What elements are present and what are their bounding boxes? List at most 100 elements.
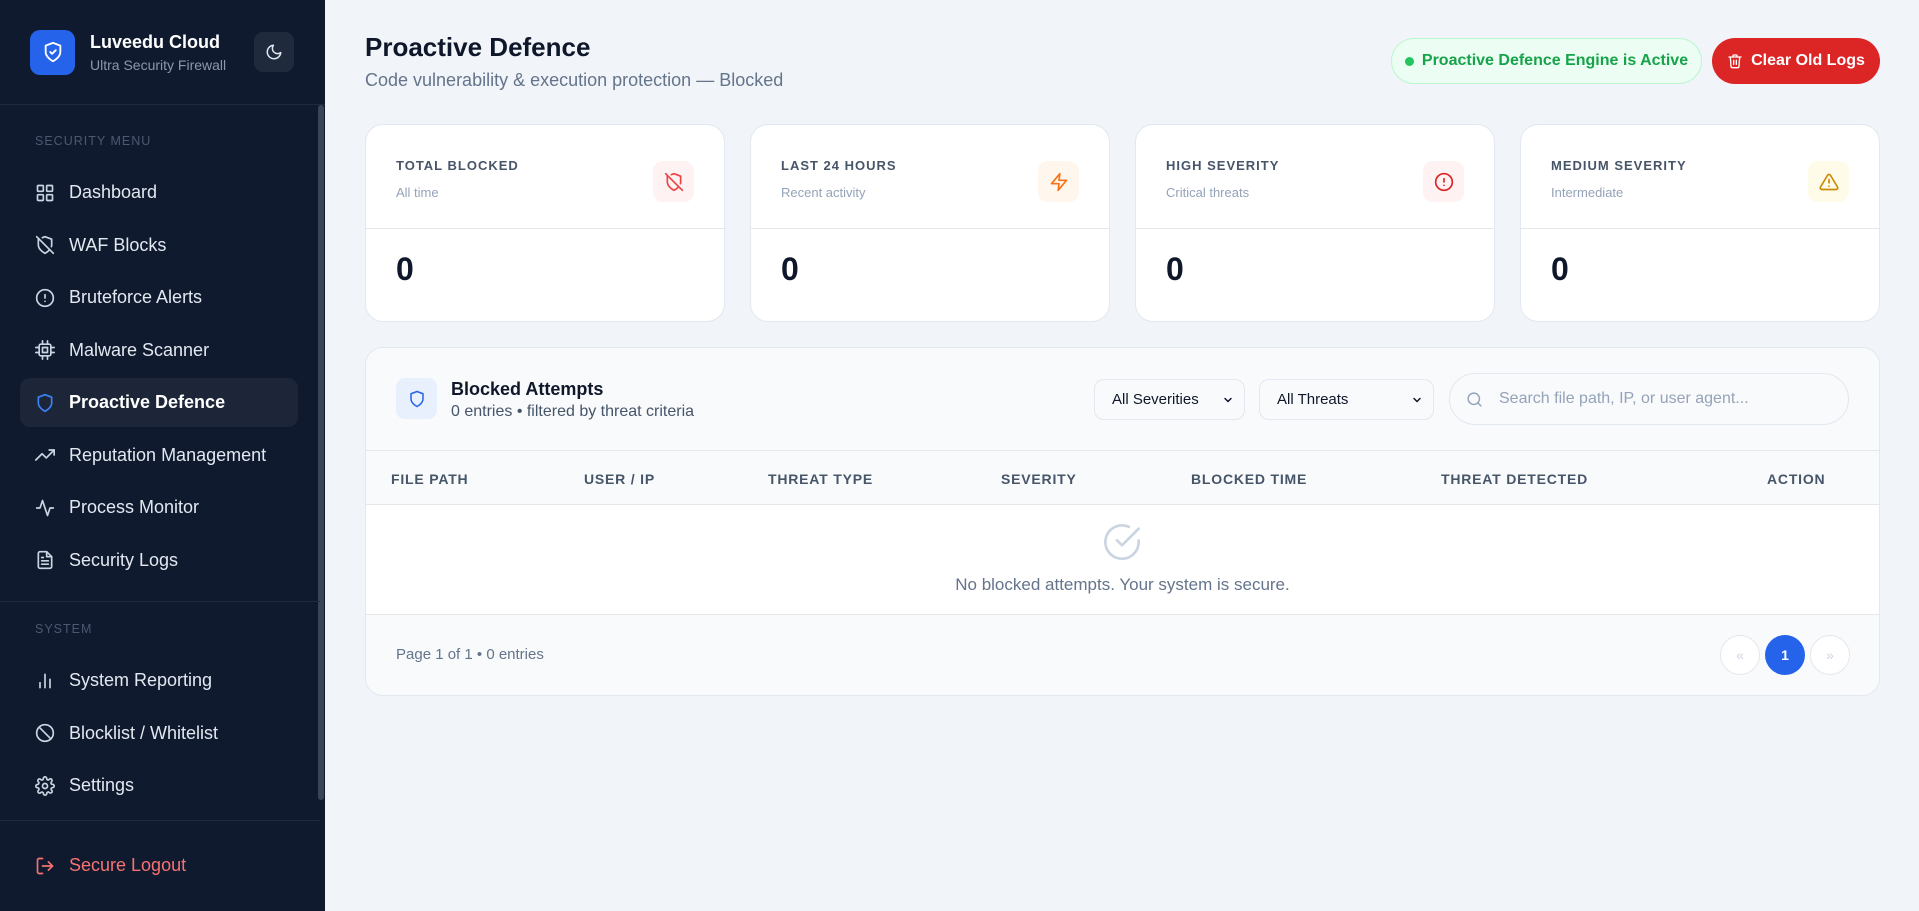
zap-icon: [1038, 161, 1079, 202]
stat-card-medium-severity: MEDIUM SEVERITY Intermediate 0: [1520, 124, 1880, 322]
stat-value: 0: [781, 251, 799, 287]
stat-value: 0: [1551, 251, 1569, 287]
stat-label: LAST 24 HOURS: [781, 158, 897, 173]
logout-button[interactable]: Secure Logout: [20, 841, 298, 890]
stat-card-high-severity: HIGH SEVERITY Critical threats 0: [1135, 124, 1495, 322]
empty-state: No blocked attempts. Your system is secu…: [366, 505, 1879, 615]
severity-filter-value: All Severities: [1112, 391, 1199, 408]
sidebar-scrollbar[interactable]: [318, 105, 324, 800]
panel-title: Blocked Attempts: [451, 379, 604, 399]
section-label-system: SYSTEM: [35, 622, 93, 636]
system-menu: System Reporting Blocklist / Whitelist S…: [20, 656, 298, 814]
sidebar-item-security-logs[interactable]: Security Logs: [20, 536, 298, 585]
sidebar: Luveedu Cloud Ultra Security Firewall SE…: [0, 0, 325, 911]
sidebar-item-bruteforce-alerts[interactable]: Bruteforce Alerts: [20, 273, 298, 322]
sidebar-item-dashboard[interactable]: Dashboard: [20, 168, 298, 217]
alert-triangle-icon: [1808, 161, 1849, 202]
panel-header: Blocked Attempts 0 entries • filtered by…: [366, 348, 1879, 450]
page-title: Proactive Defence: [365, 32, 591, 62]
sidebar-item-label: Reputation Management: [69, 444, 267, 465]
chevron-down-icon: [1224, 397, 1232, 403]
column-header-severity[interactable]: SEVERITY: [1001, 471, 1077, 487]
sidebar-item-label: Security Logs: [69, 549, 179, 570]
column-header-threat-detected[interactable]: THREAT DETECTED: [1441, 471, 1588, 487]
sidebar-item-proactive-defence[interactable]: Proactive Defence: [20, 378, 298, 427]
alert-circle-icon: [35, 288, 55, 307]
cpu-icon: [35, 340, 55, 360]
sidebar-item-label: Settings: [69, 775, 135, 795]
pagination-prev-button[interactable]: «: [1720, 635, 1760, 675]
clear-old-logs-label: Clear Old Logs: [1751, 52, 1865, 69]
stat-desc: Intermediate: [1551, 185, 1624, 200]
moon-icon: [266, 44, 282, 60]
sidebar-item-label: System Reporting: [69, 670, 213, 690]
clear-old-logs-button[interactable]: Clear Old Logs: [1712, 38, 1880, 84]
sidebar-item-process-monitor[interactable]: Process Monitor: [20, 483, 298, 532]
alert-circle-icon: [1423, 161, 1464, 202]
threat-filter-select[interactable]: All Threats: [1259, 379, 1434, 420]
sidebar-item-malware-scanner[interactable]: Malware Scanner: [20, 326, 298, 375]
sidebar-item-system-reporting[interactable]: System Reporting: [20, 656, 298, 705]
ban-icon: [35, 723, 55, 743]
sidebar-item-reputation-management[interactable]: Reputation Management: [20, 431, 298, 480]
gear-icon: [35, 775, 55, 796]
theme-toggle-button[interactable]: [254, 32, 294, 72]
stat-value: 0: [396, 251, 414, 287]
severity-filter-select[interactable]: All Severities: [1094, 379, 1245, 420]
column-header-file-path[interactable]: FILE PATH: [391, 471, 468, 487]
grid-icon: [36, 184, 54, 201]
stat-label: HIGH SEVERITY: [1166, 158, 1280, 173]
logout-label: Secure Logout: [69, 855, 187, 875]
stat-desc: Critical threats: [1166, 185, 1250, 200]
security-menu: Dashboard WAF Blocks Bruteforce Alerts M…: [20, 168, 298, 588]
pagination-page-1[interactable]: 1: [1765, 635, 1805, 675]
stat-label: TOTAL BLOCKED: [396, 158, 519, 173]
search-icon: [1467, 391, 1482, 407]
brand-name: Luveedu Cloud: [90, 31, 220, 52]
column-header-threat-type[interactable]: THREAT TYPE: [768, 471, 873, 487]
sidebar-item-label: Dashboard: [69, 182, 158, 202]
page-subtitle: Code vulnerability & execution protectio…: [365, 70, 784, 90]
status-dot-icon: [1404, 56, 1414, 66]
empty-state-message: No blocked attempts. Your system is secu…: [955, 575, 1290, 594]
pagination-info: Page 1 of 1 • 0 entries: [396, 646, 544, 663]
shield-icon: [37, 393, 53, 412]
search-box: [1449, 373, 1849, 425]
sidebar-item-label: Process Monitor: [69, 497, 200, 517]
search-input[interactable]: [1499, 390, 1829, 408]
stat-card-last-24-hours: LAST 24 HOURS Recent activity 0: [750, 124, 1110, 322]
sidebar-item-waf-blocks[interactable]: WAF Blocks: [20, 221, 298, 270]
sidebar-item-label: Malware Scanner: [69, 339, 210, 360]
stat-card-total-blocked: TOTAL BLOCKED All time 0: [365, 124, 725, 322]
shield-icon: [396, 378, 437, 419]
sidebar-item-label: Proactive Defence: [69, 392, 226, 412]
trending-up-icon: [35, 449, 55, 461]
sidebar-item-label: Bruteforce Alerts: [69, 287, 203, 307]
logout-icon: [36, 857, 54, 874]
column-header-blocked-time[interactable]: BLOCKED TIME: [1191, 471, 1307, 487]
blocked-attempts-panel: Blocked Attempts 0 entries • filtered by…: [365, 347, 1880, 696]
chevron-down-icon: [1413, 397, 1421, 403]
sidebar-item-blocklist-whitelist[interactable]: Blocklist / Whitelist: [20, 709, 298, 758]
column-header-user-ip[interactable]: USER / IP: [584, 471, 655, 487]
engine-status-badge: Proactive Defence Engine is Active: [1391, 38, 1702, 84]
pagination-next-button[interactable]: »: [1810, 635, 1850, 675]
section-label-security: SECURITY MENU: [35, 134, 152, 148]
bar-chart-icon: [39, 673, 51, 688]
sidebar-item-label: Blocklist / Whitelist: [69, 722, 219, 743]
engine-status-text: Proactive Defence Engine is Active: [1421, 52, 1689, 69]
stat-desc: All time: [396, 185, 439, 200]
brand-subtitle: Ultra Security Firewall: [90, 56, 227, 73]
table-footer: Page 1 of 1 • 0 entries « 1 »: [366, 615, 1879, 695]
stat-value: 0: [1166, 251, 1184, 287]
shield-off-icon: [653, 161, 694, 202]
column-header-action: ACTION: [1767, 471, 1826, 487]
sidebar-divider: [0, 820, 320, 821]
file-text-icon: [37, 550, 53, 570]
sidebar-item-label: WAF Blocks: [69, 234, 167, 255]
sidebar-item-settings[interactable]: Settings: [20, 761, 298, 810]
sidebar-divider: [0, 601, 320, 602]
stat-label: MEDIUM SEVERITY: [1551, 158, 1687, 173]
activity-icon: [35, 499, 55, 516]
panel-subtitle: 0 entries • filtered by threat criteria: [451, 403, 695, 420]
